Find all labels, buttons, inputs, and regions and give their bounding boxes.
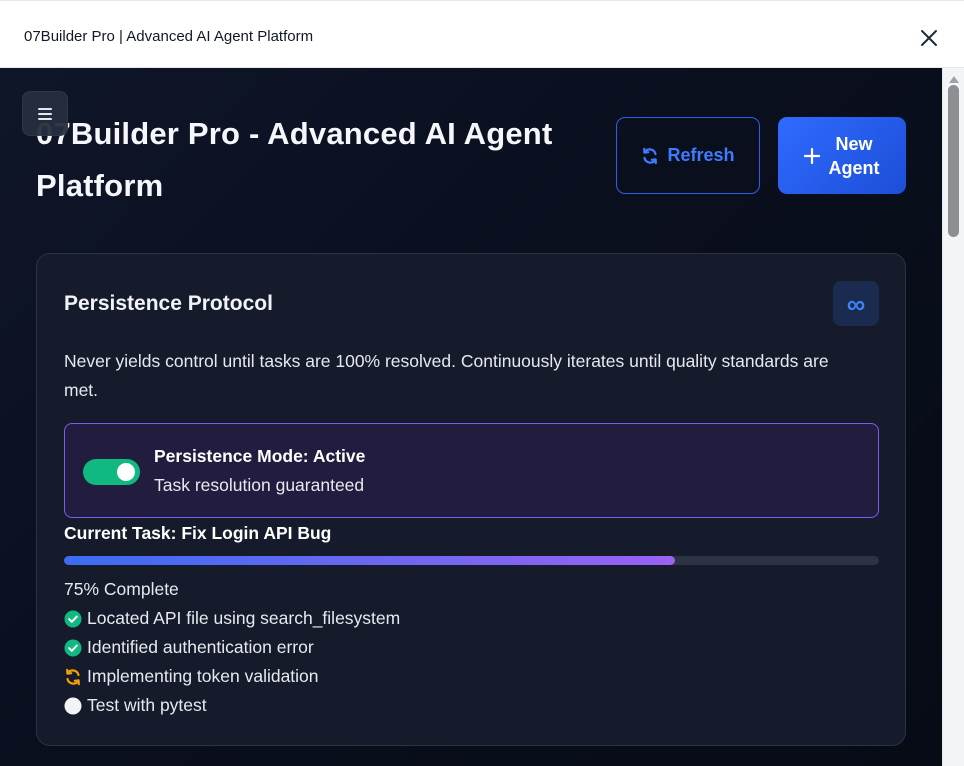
refresh-label: Refresh (667, 145, 735, 165)
progress-bar (64, 556, 879, 565)
check-circle-icon (64, 639, 82, 657)
scrollbar-thumb[interactable] (948, 85, 959, 237)
step-label: Test with pytest (87, 695, 207, 715)
step-label: Located API file using search_filesystem (87, 608, 401, 628)
toggle-knob (117, 463, 135, 481)
list-item: Test with pytest (64, 691, 764, 720)
current-task-title: Current Task: Fix Login API Bug (64, 523, 332, 543)
hamburger-icon (38, 107, 52, 120)
progress-text: 75% Complete (64, 579, 179, 599)
persistence-toggle[interactable] (83, 459, 140, 485)
refresh-button[interactable]: Refresh (616, 117, 760, 194)
app-main: 07Builder Pro - Advanced AI Agent Platfo… (0, 68, 942, 766)
mode-subtitle: Task resolution guaranteed (154, 475, 365, 495)
check-circle-icon (64, 610, 82, 628)
card-title: Persistence Protocol (64, 292, 273, 315)
card-description: Never yields control until tasks are 100… (64, 351, 829, 400)
window-titlebar: 07Builder Pro | Advanced AI Agent Platfo… (0, 0, 964, 68)
refresh-icon (643, 147, 658, 164)
task-steps-list: Located API file using search_filesystem… (64, 604, 764, 720)
infinity-icon: ∞ (833, 281, 879, 326)
plus-icon (804, 147, 820, 164)
mode-title: Persistence Mode: Active (154, 446, 366, 466)
step-label: Implementing token validation (87, 666, 319, 686)
window-title: 07Builder Pro | Advanced AI Agent Platfo… (24, 28, 314, 45)
hamburger-menu-button[interactable] (22, 91, 68, 136)
page-title: 07Builder Pro - Advanced AI Agent Platfo… (36, 116, 553, 203)
close-icon[interactable] (916, 25, 942, 51)
step-label: Identified authentication error (87, 637, 314, 657)
progress-fill (64, 556, 676, 565)
vertical-scrollbar[interactable] (942, 68, 964, 766)
new-agent-button[interactable]: New Agent (778, 117, 906, 194)
sync-icon (64, 668, 82, 686)
scroll-up-arrow-icon[interactable] (949, 76, 959, 83)
persistence-protocol-card: Persistence Protocol ∞ Never yields cont… (36, 253, 906, 746)
list-item: Implementing token validation (64, 662, 764, 691)
list-item: Identified authentication error (64, 633, 764, 662)
persistence-mode-panel: Persistence Mode: Active Task resolution… (64, 423, 879, 518)
circle-icon (64, 697, 82, 715)
new-agent-label: New Agent (828, 133, 880, 178)
list-item: Located API file using search_filesystem (64, 604, 764, 633)
